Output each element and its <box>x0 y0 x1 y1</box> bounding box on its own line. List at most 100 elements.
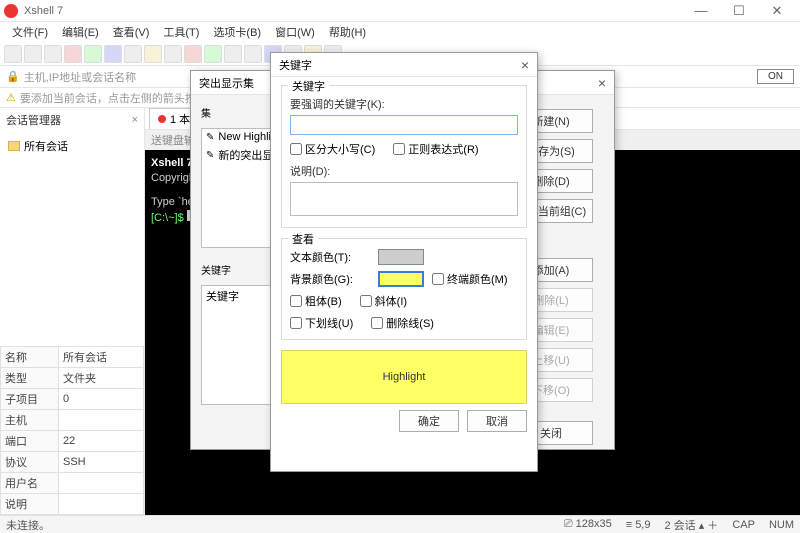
tool-icon[interactable] <box>184 45 202 63</box>
prop-key: 主机 <box>1 410 59 431</box>
case-checkbox[interactable]: 区分大小写(C) <box>290 141 375 157</box>
app-logo <box>4 4 18 18</box>
tool-icon[interactable] <box>4 45 22 63</box>
keyword-dialog-title-text: 关键字 <box>279 57 312 73</box>
textcolor-swatch[interactable] <box>378 249 424 265</box>
regex-checkbox[interactable]: 正则表达式(R) <box>393 141 478 157</box>
desc-label: 说明(D): <box>290 163 518 179</box>
tab-dot <box>158 115 166 123</box>
session-panel-label: 会话管理器 <box>6 112 61 128</box>
keyword-dialog-title: 关键字 × <box>271 53 537 77</box>
prop-key: 协议 <box>1 452 59 473</box>
tool-icon[interactable] <box>144 45 162 63</box>
toggle-on[interactable]: ON <box>757 69 794 84</box>
prop-key: 子项目 <box>1 389 59 410</box>
cancel-button[interactable]: 取消 <box>467 410 527 432</box>
prop-key: 端口 <box>1 431 59 452</box>
prop-key: 用户名 <box>1 473 59 494</box>
table-row: 主机 <box>1 410 144 431</box>
menubar: 文件(F) 编辑(E) 查看(V) 工具(T) 选项卡(B) 窗口(W) 帮助(… <box>0 22 800 42</box>
window-controls: — ☐ ✕ <box>682 0 796 22</box>
preview-box: Highlight <box>281 350 527 404</box>
keyword-group-label: 关键字 <box>288 78 329 94</box>
tool-icon[interactable] <box>44 45 62 63</box>
desc-input[interactable] <box>290 182 518 216</box>
tool-icon[interactable] <box>224 45 242 63</box>
titlebar: Xshell 7 — ☐ ✕ <box>0 0 800 22</box>
tool-icon[interactable] <box>164 45 182 63</box>
close-button[interactable]: ✕ <box>758 0 796 22</box>
bgcolor-swatch[interactable] <box>378 271 424 287</box>
close-icon[interactable]: × <box>132 114 138 126</box>
textcolor-label: 文本颜色(T): <box>290 249 370 265</box>
strike-checkbox[interactable]: 删除线(S) <box>371 315 434 331</box>
table-row: 协议SSH <box>1 452 144 473</box>
view-group-label: 查看 <box>288 231 318 247</box>
prop-val: 0 <box>59 389 144 410</box>
prop-val <box>59 410 144 431</box>
statusbar: 未连接。 ⎚ 128x35 ≡ 5,9 2 会话 ▴ ＋ CAP NUM <box>0 515 800 533</box>
termcolor-checkbox[interactable]: 终端颜色(M) <box>432 271 508 287</box>
table-row: 类型文件夹 <box>1 368 144 389</box>
table-row: 子项目0 <box>1 389 144 410</box>
menu-tools[interactable]: 工具(T) <box>157 22 205 42</box>
menu-edit[interactable]: 编辑(E) <box>56 22 105 42</box>
preview-text: Highlight <box>383 371 426 383</box>
keyword-group: 关键字 要强调的关键字(K): 区分大小写(C) 正则表达式(R) 说明(D): <box>281 85 527 228</box>
italic-checkbox[interactable]: 斜体(I) <box>360 293 407 309</box>
session-tree[interactable]: 所有会话 <box>0 132 144 160</box>
terminal-prompt: [C:\~]$ <box>151 212 187 224</box>
tool-icon[interactable] <box>64 45 82 63</box>
menu-file[interactable]: 文件(F) <box>6 22 54 42</box>
address-placeholder[interactable]: 主机,IP地址或会话名称 <box>24 69 136 85</box>
hint-text: 要添加当前会话，点击左侧的箭头按钮。 <box>20 90 218 106</box>
ok-button[interactable]: 确定 <box>399 410 459 432</box>
prop-val: 所有会话 <box>59 347 144 368</box>
tool-icon[interactable] <box>84 45 102 63</box>
prop-val <box>59 494 144 515</box>
tool-icon[interactable] <box>124 45 142 63</box>
hint-icon: ⚠ <box>6 91 16 104</box>
tool-icon[interactable] <box>204 45 222 63</box>
prop-val <box>59 473 144 494</box>
bold-checkbox[interactable]: 粗体(B) <box>290 293 342 309</box>
lock-icon: 🔒 <box>6 70 20 83</box>
prop-val: 文件夹 <box>59 368 144 389</box>
prop-val: 22 <box>59 431 144 452</box>
menu-tabs[interactable]: 选项卡(B) <box>207 22 267 42</box>
folder-icon <box>8 141 20 151</box>
status-connection: 未连接。 <box>6 517 50 533</box>
session-sidebar: 会话管理器 × 所有会话 名称所有会话类型文件夹子项目0主机端口22协议SSH用… <box>0 108 145 515</box>
prop-key: 名称 <box>1 347 59 368</box>
status-cap: CAP <box>732 519 755 531</box>
table-row: 说明 <box>1 494 144 515</box>
underline-checkbox[interactable]: 下划线(U) <box>290 315 353 331</box>
tool-icon[interactable] <box>244 45 262 63</box>
session-panel-title: 会话管理器 × <box>0 108 144 132</box>
close-icon[interactable]: × <box>598 75 606 91</box>
keyword-dialog: 关键字 × 关键字 要强调的关键字(K): 区分大小写(C) 正则表达式(R) … <box>270 52 538 472</box>
status-dim: ⎚ 128x35 <box>564 518 612 531</box>
tool-icon[interactable] <box>104 45 122 63</box>
table-row: 端口22 <box>1 431 144 452</box>
minimize-button[interactable]: — <box>682 0 720 22</box>
maximize-button[interactable]: ☐ <box>720 0 758 22</box>
status-sessions[interactable]: 2 会话 ▴ ＋ <box>664 517 718 533</box>
table-row: 名称所有会话 <box>1 347 144 368</box>
tree-root[interactable]: 所有会话 <box>8 136 136 156</box>
menu-view[interactable]: 查看(V) <box>107 22 156 42</box>
tool-icon[interactable] <box>24 45 42 63</box>
keyword-input[interactable] <box>290 115 518 135</box>
status-num: NUM <box>769 519 794 531</box>
menu-window[interactable]: 窗口(W) <box>269 22 321 42</box>
tree-root-label: 所有会话 <box>24 138 68 154</box>
app-title: Xshell 7 <box>24 5 682 17</box>
bgcolor-label: 背景颜色(G): <box>290 271 370 287</box>
highlight-dialog-title-text: 突出显示集 <box>199 75 254 91</box>
prop-key: 说明 <box>1 494 59 515</box>
prop-key: 类型 <box>1 368 59 389</box>
view-group: 查看 文本颜色(T): 背景颜色(G): 终端颜色(M) 粗体(B) 斜体(I)… <box>281 238 527 340</box>
menu-help[interactable]: 帮助(H) <box>323 22 372 42</box>
session-properties: 名称所有会话类型文件夹子项目0主机端口22协议SSH用户名说明 <box>0 346 144 515</box>
close-icon[interactable]: × <box>521 57 529 73</box>
